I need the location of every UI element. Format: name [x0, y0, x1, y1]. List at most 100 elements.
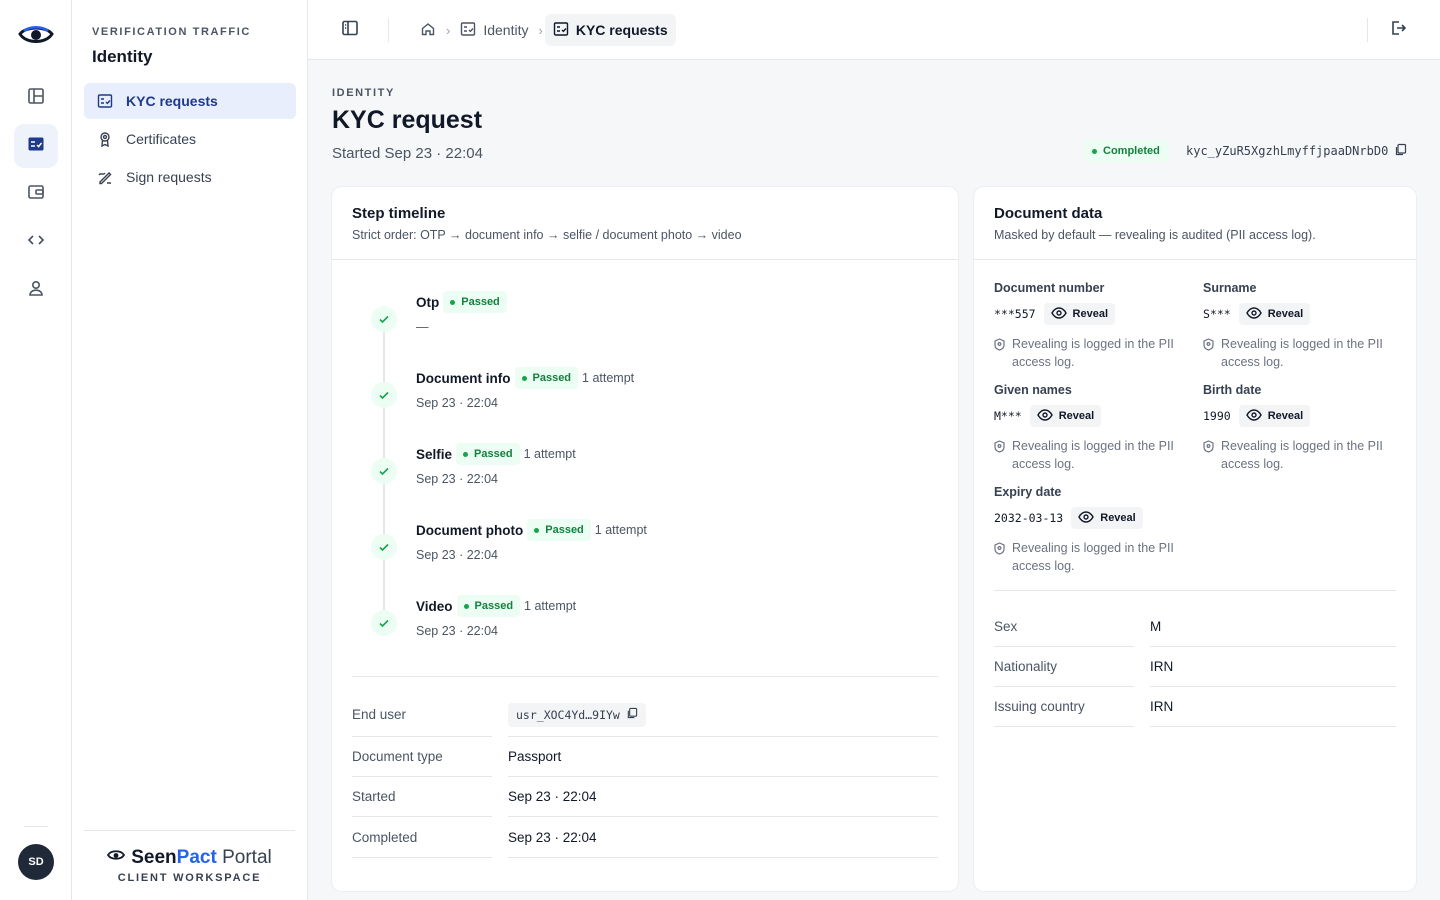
app-logo-icon[interactable]	[18, 22, 54, 50]
step-name: Video	[416, 598, 453, 614]
field-label: Document number	[994, 281, 1105, 295]
reveal-button[interactable]: Reveal	[1071, 507, 1143, 529]
reveal-button[interactable]: Reveal	[1238, 405, 1311, 427]
step-status-badge: Passed	[456, 595, 521, 617]
step-name: Selfie	[416, 446, 453, 462]
rail-wallet-button[interactable]	[14, 172, 58, 216]
reveal-button[interactable]: Reveal	[1029, 405, 1102, 427]
page-eyebrow: IDENTITY	[332, 87, 395, 99]
rail-account-button[interactable]	[14, 268, 58, 312]
step-status-label: Passed	[474, 448, 513, 460]
rail-developer-button[interactable]	[14, 220, 58, 264]
attribute-row: Nationality IRN	[994, 647, 1396, 687]
checklist-icon	[96, 92, 114, 110]
page-subtitle: Started Sep 23 · 22:04	[332, 145, 483, 162]
detail-row: Document type Passport	[352, 737, 938, 777]
top-bar: › Identity › KYC requests	[308, 0, 1440, 60]
check-icon	[371, 534, 397, 560]
end-user-chip[interactable]: usr_XOC4Yd…9IYw	[508, 702, 646, 727]
step-status-label: Passed	[532, 372, 572, 384]
brand-pact: Pact	[176, 847, 217, 868]
audit-note: Revealing is logged in the PII access lo…	[994, 335, 1190, 371]
audit-note-text: Revealing is logged in the PII access lo…	[1012, 439, 1174, 471]
step-time: —	[416, 320, 429, 334]
step-status-label: Passed	[545, 524, 584, 536]
audit-note: Revealing is logged in the PII access lo…	[994, 437, 1190, 473]
field-label: Expiry date	[994, 485, 1062, 499]
step-attempts: 1 attempt	[523, 447, 576, 461]
step-status-badge: Passed	[443, 291, 507, 313]
audit-note-text: Revealing is logged in the PII access lo…	[1221, 337, 1383, 369]
rail-divider	[24, 826, 48, 827]
copy-icon[interactable]	[626, 707, 638, 722]
wallet-icon	[27, 183, 45, 206]
check-icon	[371, 610, 397, 636]
attribute-value: IRN	[1150, 687, 1396, 727]
reveal-button[interactable]: Reveal	[1238, 303, 1311, 325]
sidebar-item-kyc-requests[interactable]: KYC requests	[84, 83, 296, 119]
detail-row: Started Sep 23 · 22:04	[352, 777, 938, 817]
field-masked-value: M***	[994, 409, 1022, 423]
status-dot-icon	[450, 299, 456, 305]
chevron-right-icon: ›	[446, 22, 451, 38]
sidebar-item-label: Certificates	[126, 131, 197, 147]
check-icon	[371, 458, 397, 484]
breadcrumb-label: KYC requests	[575, 22, 668, 38]
reveal-label: Reveal	[1267, 410, 1304, 422]
user-icon	[27, 279, 45, 302]
sidebar-item-label: Sign requests	[126, 169, 212, 185]
shield-icon	[1203, 440, 1215, 473]
breadcrumb-identity[interactable]: Identity	[452, 14, 536, 46]
step-time: Sep 23 · 22:04	[416, 624, 499, 638]
rail-identity-button[interactable]	[14, 124, 58, 168]
checklist-icon	[460, 21, 476, 40]
reveal-label: Reveal	[1100, 512, 1136, 524]
step-status-label: Passed	[461, 296, 500, 308]
eye-icon	[1036, 408, 1053, 424]
breadcrumb: › Identity › KYC requests	[412, 14, 676, 46]
step-status-badge: Passed	[514, 367, 579, 389]
attribute-value: M	[1150, 607, 1396, 647]
attribute-key: Issuing country	[994, 687, 1134, 727]
document-field: Surname S*** Reveal Revealing is logged i…	[1203, 281, 1399, 371]
breadcrumb-kyc-requests[interactable]: KYC requests	[544, 14, 676, 46]
step-time: Sep 23 · 22:04	[416, 548, 499, 562]
attribute-key: Sex	[994, 607, 1134, 647]
status-dot-icon	[521, 375, 527, 381]
logout-button[interactable]	[1386, 18, 1410, 42]
attribute-value: IRN	[1150, 647, 1396, 687]
card-title: Document data	[994, 205, 1103, 222]
checklist-icon	[27, 135, 45, 158]
document-field: Given names M*** Reveal Revealing is logg…	[994, 383, 1190, 473]
signature-pen-icon	[96, 168, 114, 186]
breadcrumb-home[interactable]	[412, 14, 444, 46]
award-icon	[96, 130, 114, 148]
status-label: Completed	[1103, 145, 1160, 157]
field-label: Birth date	[1203, 383, 1262, 397]
request-id: kyc_yZuR5XgzhLmyffjpaaDNrbD0	[1186, 143, 1407, 159]
sidebar-toggle-button[interactable]	[338, 18, 362, 42]
reveal-button[interactable]: Reveal	[1043, 303, 1116, 325]
sidebar-item-sign-requests[interactable]: Sign requests	[84, 159, 296, 195]
avatar[interactable]: SD	[18, 844, 54, 880]
section-divider	[994, 590, 1396, 591]
copy-icon[interactable]	[1394, 143, 1407, 159]
document-field: Expiry date 2032-03-13 Reveal Revealing i…	[994, 485, 1190, 575]
status-badge: Completed	[1084, 140, 1168, 162]
step-status-badge: Passed	[456, 443, 520, 465]
reveal-label: Reveal	[1267, 308, 1304, 320]
step-time: Sep 23 · 22:04	[416, 396, 499, 410]
attribute-row: Sex M	[994, 607, 1396, 647]
status-dot-icon	[1092, 148, 1097, 154]
step-name: Otp	[416, 294, 440, 310]
detail-row: End user usr_XOC4Yd…9IYw	[352, 693, 938, 737]
eye-icon	[1245, 306, 1262, 322]
card-header: Document data Masked by default — reveal…	[974, 187, 1416, 260]
end-user-id: usr_XOC4Yd…9IYw	[516, 707, 620, 722]
detail-key: Started	[352, 777, 492, 817]
card-header: Step timeline Strict order: OTP → docume…	[332, 187, 958, 260]
detail-value: Sep 23 · 22:04	[508, 777, 938, 817]
rail-dashboard-button[interactable]	[14, 76, 58, 120]
sidebar-item-certificates[interactable]: Certificates	[84, 121, 296, 157]
field-label: Surname	[1203, 281, 1257, 295]
